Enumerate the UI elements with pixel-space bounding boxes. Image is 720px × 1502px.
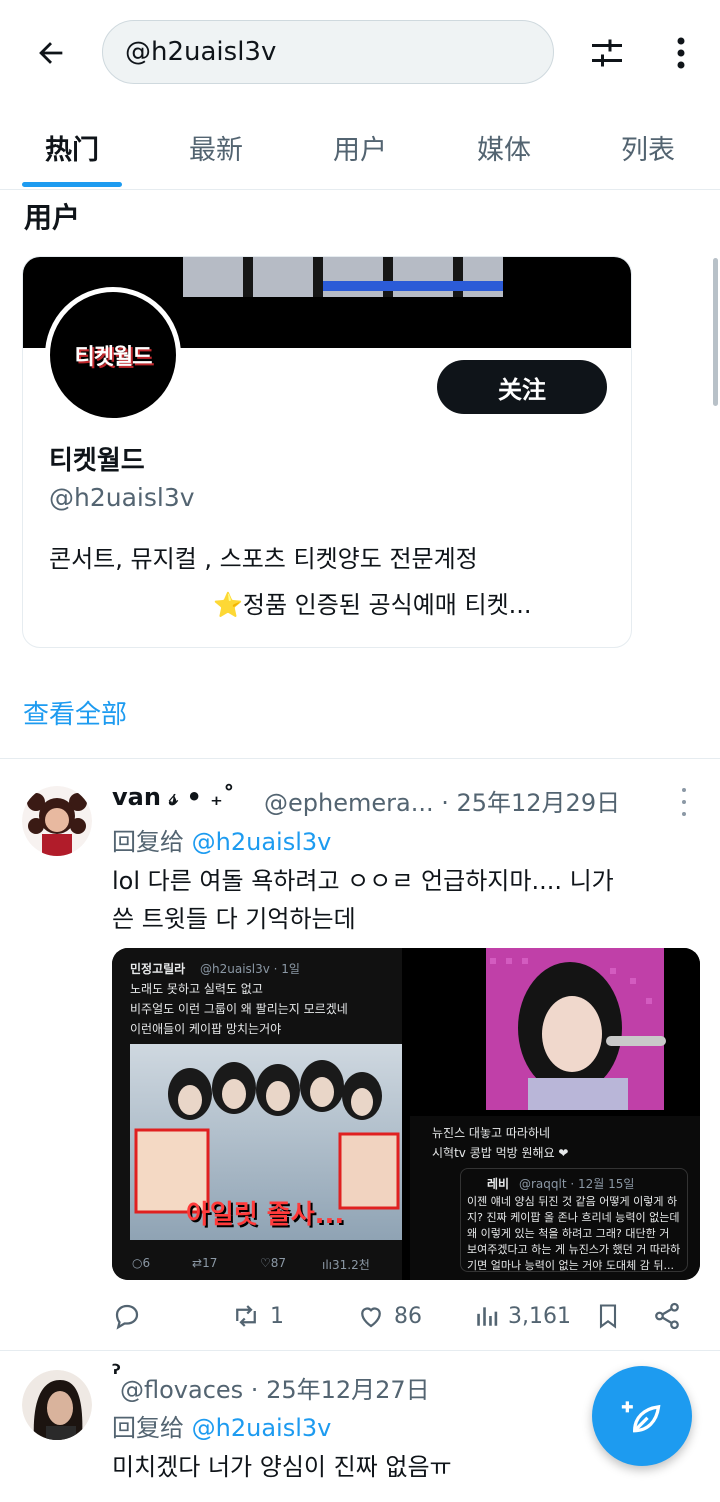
tweet2-avatar[interactable]	[22, 1370, 92, 1440]
back-arrow-icon	[39, 42, 63, 64]
top-bar: @h2uaisl3v	[0, 0, 720, 104]
tweet2-reply-to: 回复给 @h2uaisl3v	[112, 1414, 332, 1442]
tweet-divider	[0, 1350, 720, 1351]
search-query: @h2uaisl3v	[125, 37, 277, 67]
more-options-button[interactable]	[658, 30, 704, 76]
more-vertical-icon	[677, 37, 685, 69]
tweet1-avatar[interactable]	[22, 786, 92, 856]
tweet2-author-name[interactable]: ˀ	[112, 1360, 120, 1388]
user-display-name: 티켓월드	[49, 446, 145, 476]
scrollbar[interactable]	[713, 258, 718, 406]
tab-media[interactable]: 媒体	[432, 104, 576, 190]
tweet1-actions: 1 86 3,161	[112, 1296, 702, 1336]
tab-top[interactable]: 热门	[0, 104, 144, 190]
section-divider	[0, 758, 720, 759]
like-button[interactable]: 86	[356, 1296, 422, 1336]
tweet1-media[interactable]: 민정고릴라 @h2uaisl3v · 1일 노래도 못하고 실력도 없고 비주얼…	[112, 948, 700, 1280]
user-card[interactable]: 티켓월드 关注 티켓월드 @h2uaisl3v 콘서트, 뮤지컬 , 스포츠 티…	[22, 256, 632, 648]
media-image-1[interactable]: 민정고릴라 @h2uaisl3v · 1일 노래도 못하고 실력도 없고 비주얼…	[112, 948, 402, 1280]
tweet1-more-icon[interactable]	[674, 788, 694, 816]
search-input[interactable]: @h2uaisl3v	[102, 20, 554, 84]
tweet2-text: 미치겠다 너가 양심이 진짜 없음ㅠ	[112, 1453, 452, 1481]
media-image-3[interactable]: 뉴진스 대놓고 따라하네 시혁tv 콩밥 먹방 원해요 ❤ 레비 @raqqlt…	[410, 1116, 700, 1280]
compose-button[interactable]	[592, 1366, 692, 1466]
heart-icon	[361, 1307, 381, 1328]
share-icon	[655, 1302, 679, 1330]
retweet-button[interactable]: 1	[230, 1296, 284, 1336]
media-caption: 아일릿 졸사...	[186, 1200, 345, 1230]
compose-feather-icon	[621, 1401, 661, 1433]
reply-icon	[115, 1304, 139, 1330]
users-section-title: 用户	[24, 201, 81, 234]
tweet1-reply-handle[interactable]: @h2uaisl3v	[192, 828, 332, 856]
avatar-logo-text: 티켓월드	[74, 345, 153, 370]
follow-button[interactable]: 关注	[437, 360, 607, 414]
sliders-icon	[592, 39, 622, 67]
tweet1-handle-date: @ephemera... · 25年12月29日	[264, 789, 621, 817]
tab-lists[interactable]: 列表	[576, 104, 720, 190]
tweet1-reply-to: 回复给 @h2uaisl3v	[112, 828, 332, 856]
tab-latest[interactable]: 最新	[144, 104, 288, 190]
search-tabs: 热门 最新 用户 媒体 列表	[0, 104, 720, 190]
tweet2-reply-handle[interactable]: @h2uaisl3v	[192, 1414, 332, 1442]
bookmark-button[interactable]	[594, 1296, 630, 1336]
views-button[interactable]: 3,161	[474, 1296, 571, 1336]
tweet2-handle-date: @flovaces · 25年12月27日	[120, 1376, 430, 1404]
see-all-link[interactable]: 查看全部	[23, 694, 127, 731]
tweet1-author-name[interactable]: van 𝓈 • ₊˚	[112, 783, 235, 811]
tab-people[interactable]: 用户	[288, 104, 432, 190]
star-emoji: ⭐	[213, 591, 243, 619]
user-handle: @h2uaisl3v	[49, 483, 195, 512]
profile-avatar[interactable]: 티켓월드	[45, 287, 181, 423]
active-tab-indicator	[22, 182, 122, 187]
share-button[interactable]	[652, 1296, 690, 1336]
bar-chart-icon	[477, 1307, 498, 1326]
user-bio-line2: ⭐정품 인증된 공식예매 티켓...	[213, 591, 532, 619]
user-bio-line1: 콘서트, 뮤지컬 , 스포츠 티켓양도 전문계정	[49, 545, 478, 573]
tweet1-text: lol 다른 여돌 욕하려고 ㅇㅇㄹ 언급하지마.... 니가 쓴 트윗들 다 …	[112, 867, 614, 933]
back-button[interactable]	[26, 28, 76, 78]
retweet-icon	[236, 1305, 256, 1327]
media-image-2[interactable]	[410, 948, 700, 1110]
reply-button[interactable]	[112, 1296, 150, 1336]
bookmark-icon	[599, 1304, 617, 1329]
filter-button[interactable]	[584, 30, 630, 76]
